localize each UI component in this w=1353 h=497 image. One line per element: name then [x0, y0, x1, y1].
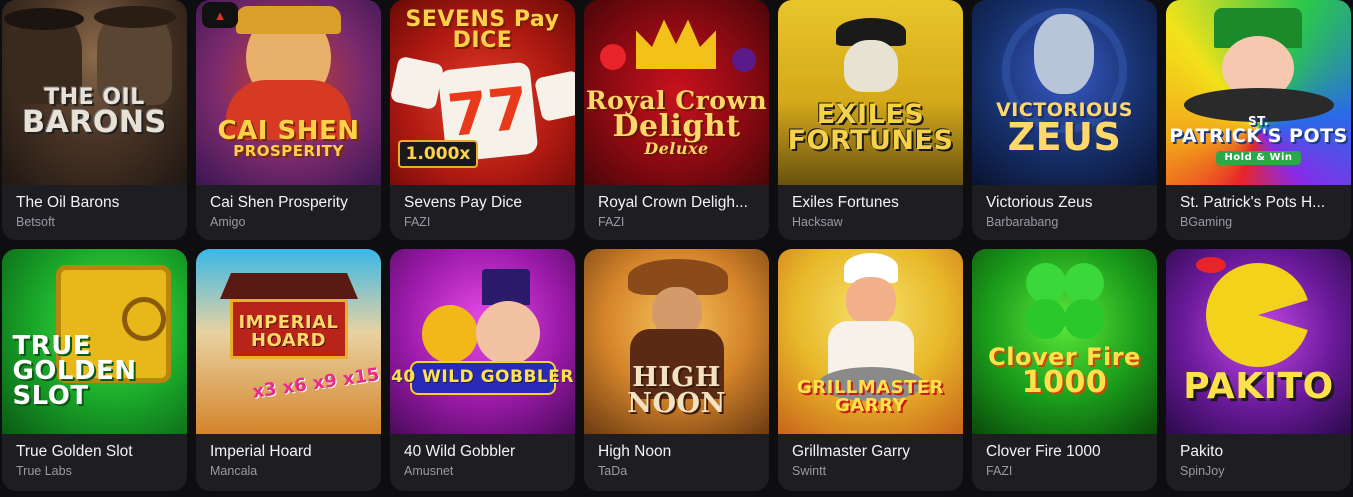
game-logo-line: PROSPERITY — [233, 141, 344, 160]
game-card-sevens-pay-dice[interactable]: SEVENS Pay DICE 77 1.000x Sevens Pay Dic… — [390, 0, 575, 240]
game-provider: Mancala — [210, 464, 258, 478]
game-logo-line: DICE — [452, 27, 513, 53]
game-title: Sevens Pay Dice — [404, 194, 523, 211]
provider-badge-icon: ▲ — [202, 2, 238, 28]
game-title: Exiles Fortunes — [792, 194, 899, 211]
game-title: Royal Crown Deligh... — [598, 194, 748, 211]
game-thumbnail[interactable]: SEVENS Pay DICE 77 1.000x — [390, 0, 575, 185]
game-provider: BGaming — [1180, 215, 1233, 229]
multiplier-badge: 1.000x — [405, 144, 471, 164]
game-card-royal-crown-delight[interactable]: Royal Crown Delight Deluxe Royal Crown D… — [584, 0, 769, 240]
game-provider: Amusnet — [404, 464, 454, 478]
game-card-grillmaster-garry[interactable]: GRILLMASTER GARRY Grillmaster Garry Swin… — [778, 249, 963, 491]
game-title: Cai Shen Prosperity — [210, 194, 348, 211]
game-logo-line: 1000 — [1021, 364, 1108, 400]
game-logo-line: EXILES — [816, 98, 925, 130]
game-provider: FAZI — [598, 215, 625, 229]
game-card-40-wild-gobbler[interactable]: 40 WILD GOBBLER 40 Wild Gobbler Amusnet — [390, 249, 575, 491]
game-card-exiles-fortunes[interactable]: EXILES FORTUNES Exiles Fortunes Hacksaw — [778, 0, 963, 240]
game-card-clover-fire-1000[interactable]: Clover Fire 1000 Clover Fire 1000 FAZI — [972, 249, 1157, 491]
game-thumbnail[interactable]: ST. PATRICK'S POTS Hold & Win — [1166, 0, 1351, 185]
game-thumbnail[interactable]: Clover Fire 1000 — [972, 249, 1157, 434]
game-logo-line: 40 WILD GOBBLER — [391, 367, 574, 388]
game-logo-line: PAKITO — [1183, 366, 1334, 408]
game-logo-line: FORTUNES — [787, 124, 954, 156]
game-thumbnail[interactable]: Royal Crown Delight Deluxe — [584, 0, 769, 185]
game-card-cai-shen-prosperity[interactable]: ▲ CAI SHEN PROSPERITY Cai Shen Prosperit… — [196, 0, 381, 240]
game-title: Clover Fire 1000 — [986, 443, 1101, 460]
game-thumbnail[interactable]: HIGH NOON — [584, 249, 769, 434]
game-logo-line: Hold & Win — [1216, 151, 1301, 165]
game-thumbnail[interactable]: VICTORIOUS ZEUS — [972, 0, 1157, 185]
game-title: Pakito — [1180, 443, 1224, 460]
game-card-victorious-zeus[interactable]: VICTORIOUS ZEUS Victorious Zeus Barbarab… — [972, 0, 1157, 240]
game-logo-line: HIGH NOON — [627, 361, 726, 419]
game-provider: FAZI — [986, 464, 1013, 478]
game-thumbnail[interactable]: ▲ CAI SHEN PROSPERITY — [196, 0, 381, 185]
game-provider: True Labs — [16, 464, 72, 478]
game-card-the-oil-barons[interactable]: THE OIL BARONS The Oil Barons Betsoft — [2, 0, 187, 240]
game-provider: Barbarabang — [986, 215, 1059, 229]
game-grid: THE OIL BARONS The Oil Barons Betsoft ▲ … — [2, 0, 1351, 491]
game-thumbnail[interactable]: TRUE GOLDEN SLOT — [2, 249, 187, 434]
game-thumbnail[interactable]: EXILES FORTUNES — [778, 0, 963, 185]
game-thumbnail[interactable]: PAKITO — [1166, 249, 1351, 434]
game-card-imperial-hoard[interactable]: IMPERIAL HOARD x3 x6 x9 x15 Imperial Hoa… — [196, 249, 381, 491]
game-title: Imperial Hoard — [210, 443, 312, 460]
game-logo-line: PATRICK'S POTS — [1169, 125, 1348, 148]
game-card-true-golden-slot[interactable]: TRUE GOLDEN SLOT True Golden Slot True L… — [2, 249, 187, 491]
game-logo-line: Delight — [612, 108, 741, 144]
game-logo-line: GRILLMASTER — [796, 377, 944, 399]
game-title: Grillmaster Garry — [792, 443, 910, 460]
game-logo-line: SLOT — [12, 380, 89, 411]
game-card-st-patricks-pots[interactable]: ST. PATRICK'S POTS Hold & Win St. Patric… — [1166, 0, 1351, 240]
game-provider: TaDa — [598, 464, 628, 478]
game-title: True Golden Slot — [16, 443, 133, 460]
game-logo-line: HOARD — [250, 329, 327, 351]
game-provider: SpinJoy — [1180, 464, 1225, 478]
game-provider: Amigo — [210, 215, 246, 229]
game-thumbnail[interactable]: IMPERIAL HOARD x3 x6 x9 x15 — [196, 249, 381, 434]
game-provider: FAZI — [404, 215, 431, 229]
game-provider: Swintt — [792, 464, 827, 478]
game-thumbnail[interactable]: THE OIL BARONS — [2, 0, 187, 185]
game-provider: Hacksaw — [792, 215, 843, 229]
game-title: Victorious Zeus — [986, 194, 1093, 211]
game-thumbnail[interactable]: 40 WILD GOBBLER — [390, 249, 575, 434]
game-thumbnail[interactable]: GRILLMASTER GARRY — [778, 249, 963, 434]
game-logo-line: BARONS — [22, 104, 167, 140]
game-title: 40 Wild Gobbler — [404, 443, 516, 460]
game-logo-line: CAI SHEN — [217, 116, 360, 147]
game-logo-line: ZEUS — [1007, 115, 1122, 160]
game-title: The Oil Barons — [16, 194, 120, 211]
game-logo-line: IMPERIAL — [238, 312, 339, 334]
game-card-high-noon[interactable]: HIGH NOON High Noon TaDa — [584, 249, 769, 491]
multiplier-strip: x3 x6 x9 x15 — [251, 364, 381, 403]
game-card-pakito[interactable]: PAKITO Pakito SpinJoy — [1166, 249, 1351, 491]
game-title: High Noon — [598, 443, 672, 460]
game-provider: Betsoft — [16, 215, 55, 229]
game-logo-line: GARRY — [835, 394, 906, 416]
game-title: St. Patrick's Pots H... — [1180, 194, 1326, 211]
